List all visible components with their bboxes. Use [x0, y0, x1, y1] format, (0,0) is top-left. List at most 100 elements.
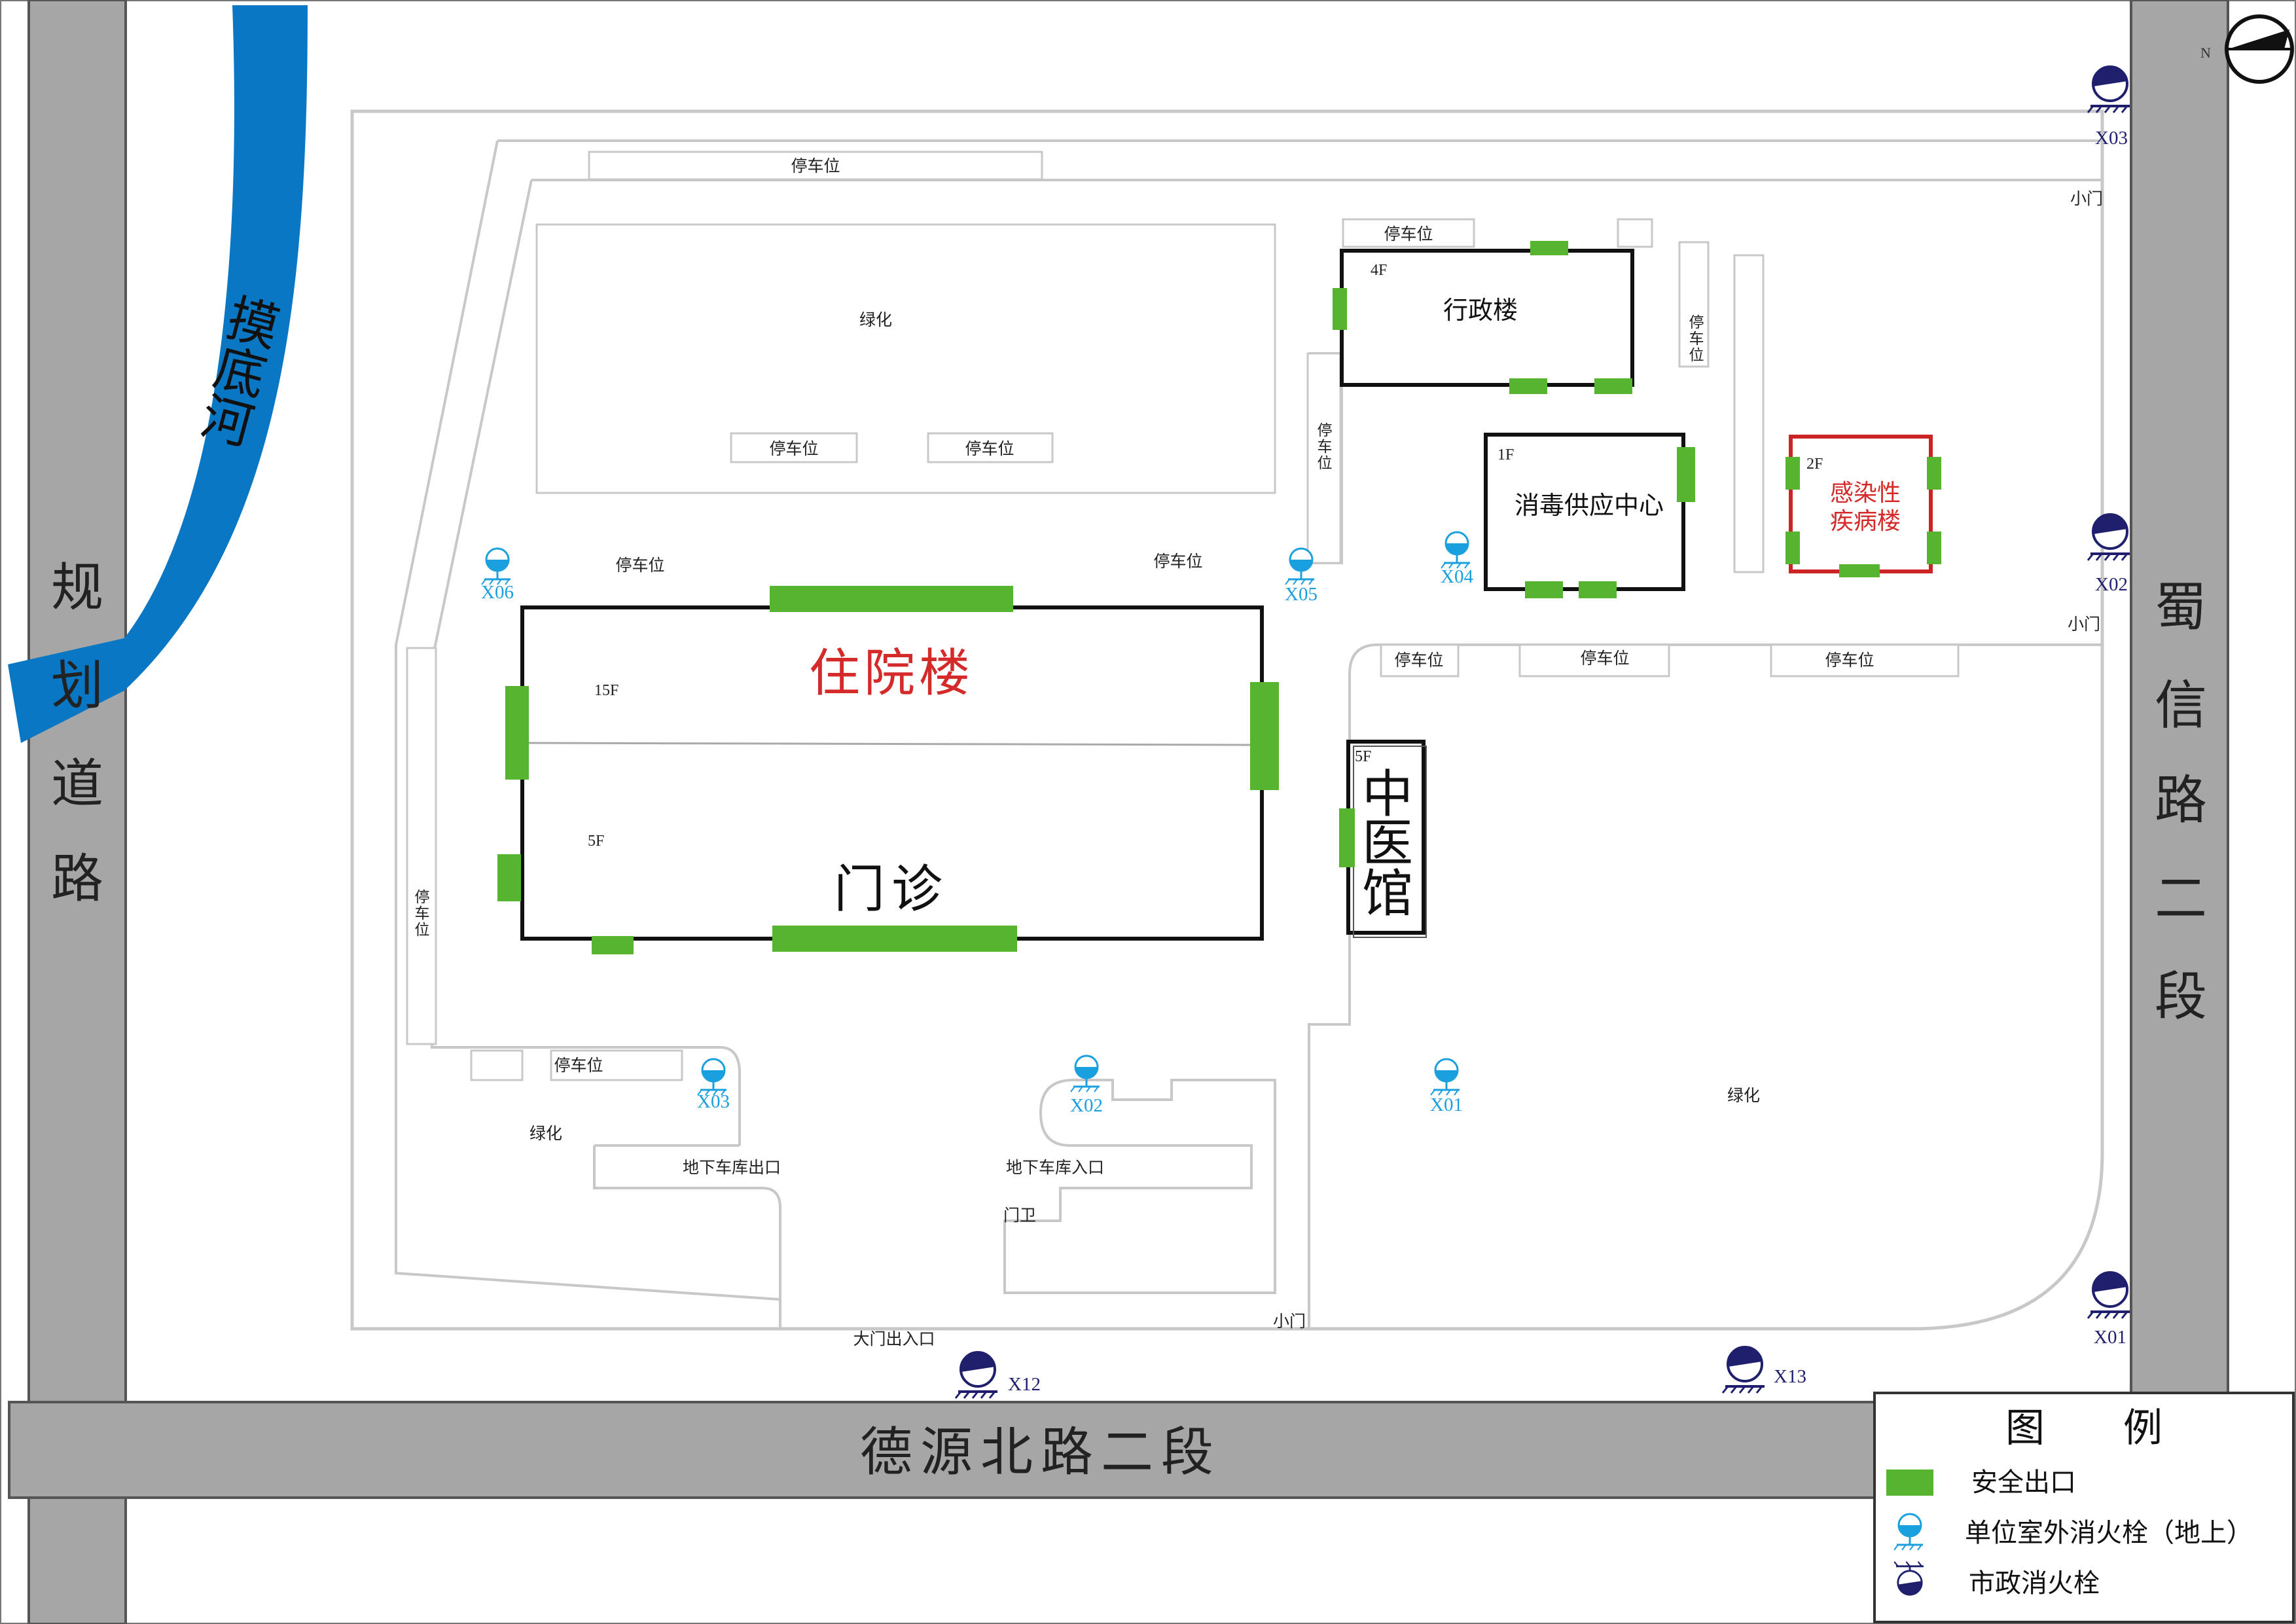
legend-municipal-hydrant-label: 市政消火栓 [1969, 1568, 2100, 1598]
safety-exit [1927, 457, 1941, 490]
municipal-hydrant-icon [2087, 513, 2131, 562]
safety-exit [505, 686, 529, 780]
safety-exit [1339, 808, 1355, 867]
municipal-hydrant-label: X13 [1774, 1366, 1806, 1387]
inpatient-name: 住院楼 [809, 645, 974, 702]
safety-exit [1530, 241, 1568, 255]
road-east-char: 路 [2155, 772, 2207, 830]
parking-vchar: 车 [1318, 439, 1333, 455]
parking-vchar: 停 [1689, 314, 1704, 331]
legend-title: 图 例 [2005, 1407, 2162, 1450]
parking-label: 停车位 [769, 440, 818, 458]
municipal-hydrant-label: X03 [2095, 128, 2128, 149]
unit-hydrant-icon [1440, 531, 1471, 569]
safety-exit [592, 936, 634, 954]
safety-exit [1677, 447, 1695, 502]
parking-label: 停车位 [1384, 225, 1433, 244]
safety-exit [770, 586, 1013, 612]
tcm-char: 中 [1362, 766, 1413, 823]
unit-hydrant-icon [480, 547, 512, 586]
road-east-char: 蜀 [2155, 579, 2207, 637]
municipal-hydrant-icon [1721, 1345, 1766, 1394]
parking-label: 停车位 [965, 440, 1014, 458]
parking-vchar: 停 [1318, 422, 1333, 439]
site-map: N 规 划 道 路 蜀 信 路 二 段 德源北路二段 摸 底 河 住院楼 门诊 … [0, 0, 2296, 1624]
north-label: N [2200, 45, 2211, 61]
safety-exit [1525, 581, 1563, 598]
safety-exit [1839, 564, 1880, 577]
municipal-hydrant-label: X01 [2094, 1327, 2126, 1348]
road-east-char: 二 [2155, 871, 2207, 928]
green-label: 绿化 [859, 311, 892, 329]
road-west-char: 规 [51, 560, 103, 617]
main-gate-label: 大门出入口 [853, 1330, 935, 1348]
small-gate-label: 小门 [2070, 190, 2103, 208]
road-east-char: 信 [2155, 677, 2207, 735]
unit-hydrant-label: X04 [1441, 566, 1473, 587]
legend-exit-label: 安全出口 [1971, 1468, 2076, 1497]
floor-label: 5F [588, 833, 604, 850]
unit-hydrant-icon [1069, 1055, 1101, 1093]
safety-exit [1579, 581, 1617, 598]
safety-exit [1333, 288, 1347, 330]
unit-hydrant-label: X03 [697, 1091, 730, 1112]
road-west-char: 道 [51, 756, 103, 814]
legend-exit-swatch [1886, 1470, 1933, 1496]
municipal-hydrant-icon [2087, 1271, 2131, 1320]
road-east-char: 段 [2155, 969, 2207, 1026]
floor-label: 15F [594, 682, 619, 699]
road-south-label: 德源北路二段 [860, 1424, 1221, 1482]
unit-hydrant-label: X06 [481, 582, 514, 603]
safety-exit [1509, 378, 1547, 394]
unit-hydrant-icon [696, 1058, 728, 1096]
unit-hydrant-icon [1429, 1058, 1461, 1096]
infectious-name-line2: 疾病楼 [1830, 508, 1901, 534]
floor-label: 1F [1498, 446, 1514, 463]
parking-vchar: 车 [415, 905, 430, 922]
admin-name: 行政楼 [1443, 297, 1518, 325]
outpatient-name: 门诊 [834, 861, 949, 918]
safety-exit [772, 926, 1017, 952]
guard-label: 门卫 [1003, 1206, 1036, 1225]
garage-entrance-label: 地下车库入口 [1006, 1159, 1104, 1177]
road-west-char: 路 [51, 851, 103, 909]
municipal-hydrant-label: X02 [2095, 574, 2128, 595]
parking-label: 停车位 [1825, 651, 1874, 670]
municipal-hydrant-icon [954, 1350, 999, 1399]
parking-vchar: 位 [1689, 347, 1704, 363]
floor-label: 2F [1806, 456, 1823, 473]
safety-exit [1594, 378, 1632, 394]
tcm-char: 医 [1362, 815, 1413, 872]
green-label: 绿化 [1727, 1087, 1760, 1105]
parking-label: 停车位 [1580, 649, 1629, 668]
safety-exit [1785, 532, 1800, 564]
parking-vchar: 位 [415, 922, 430, 938]
parking-label: 停车位 [554, 1056, 603, 1075]
disinfection-name: 消毒供应中心 [1515, 492, 1664, 520]
road-west-char: 划 [51, 658, 103, 715]
unit-hydrant-label: X02 [1070, 1095, 1103, 1116]
parking-label: 停车位 [1153, 552, 1202, 571]
safety-exit [497, 854, 521, 901]
unit-hydrant-icon [1284, 547, 1316, 586]
floor-label: 5F [1355, 748, 1371, 765]
safety-exit [1785, 457, 1800, 490]
parking-vchar: 停 [415, 889, 430, 905]
small-gate-label: 小门 [2068, 615, 2100, 634]
parking-vchar: 位 [1318, 455, 1333, 471]
safety-exit [1927, 532, 1941, 564]
small-gate-label: 小门 [1273, 1312, 1306, 1331]
municipal-hydrant-label: X12 [1008, 1374, 1041, 1395]
legend: 图 例 安全出口 单位室外消火栓（地上） 市政消火栓 [1873, 1392, 2295, 1623]
green-label: 绿化 [529, 1125, 562, 1143]
legend-unit-hydrant-label: 单位室外消火栓（地上） [1965, 1518, 2253, 1547]
municipal-hydrant-icon [2087, 65, 2131, 114]
infectious-name-line1: 感染性 [1830, 480, 1901, 506]
safety-exit [1250, 682, 1279, 790]
unit-hydrant-label: X01 [1430, 1094, 1463, 1115]
garage-exit-label: 地下车库出口 [683, 1159, 781, 1177]
tcm-char: 馆 [1362, 865, 1413, 922]
floor-label: 4F [1371, 262, 1387, 279]
parking-label: 停车位 [1394, 651, 1443, 670]
parking-label: 停车位 [791, 157, 840, 175]
